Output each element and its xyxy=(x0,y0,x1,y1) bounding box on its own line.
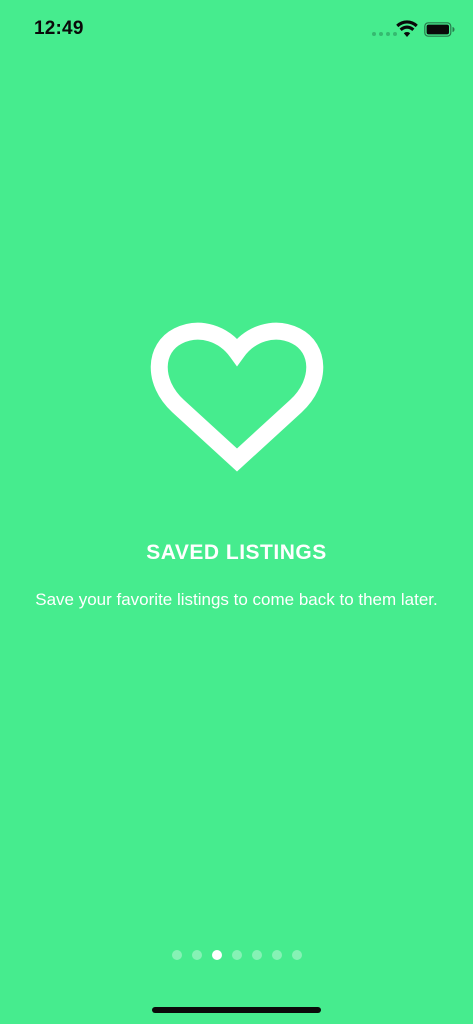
page-dot[interactable] xyxy=(271,950,282,960)
page-dot-active[interactable] xyxy=(211,950,222,960)
battery-icon xyxy=(424,22,455,37)
signal-dots-icon xyxy=(372,32,397,36)
page-dot[interactable] xyxy=(251,950,262,960)
page-dot[interactable] xyxy=(191,950,202,960)
page-indicator[interactable] xyxy=(0,950,473,960)
onboarding-title: SAVED LISTINGS xyxy=(146,541,327,564)
status-bar: 12:49 xyxy=(0,0,473,58)
onboarding-subtitle: Save your favorite listings to come back… xyxy=(35,590,438,609)
home-indicator[interactable] xyxy=(152,1007,321,1013)
page-dot[interactable] xyxy=(171,950,182,960)
page-dot[interactable] xyxy=(291,950,302,960)
heart-icon xyxy=(150,322,324,472)
status-time: 12:49 xyxy=(34,18,84,39)
wifi-icon xyxy=(396,20,418,37)
page-dot[interactable] xyxy=(231,950,242,960)
